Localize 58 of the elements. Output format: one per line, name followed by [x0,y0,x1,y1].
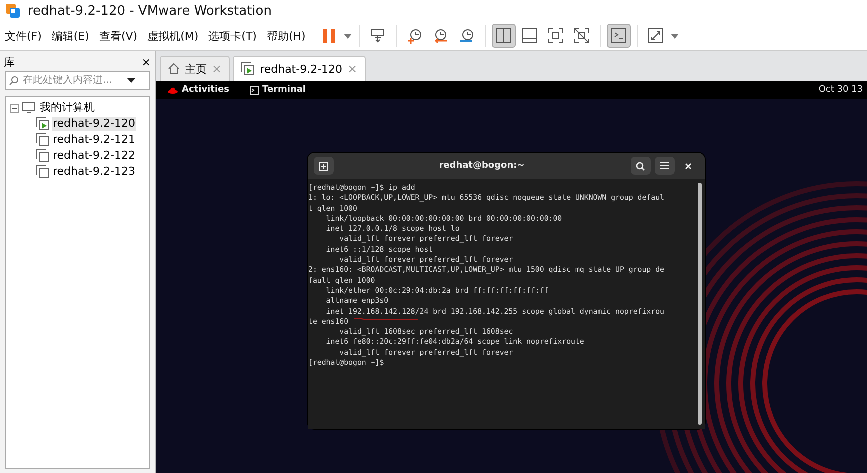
activities-button[interactable]: Activities [168,85,230,95]
fullscreen-icon [548,28,564,44]
toolbar-button[interactable] [606,24,631,48]
menu-item[interactable]: 文件(F) [1,28,46,44]
tab[interactable]: redhat-9.2-120 × [233,56,366,81]
terminal-icon [250,86,258,94]
monitor-icon [22,102,36,114]
vm-running-icon [36,117,50,131]
search-icon [9,76,19,86]
menu-item[interactable]: 虚拟机(M) [144,28,203,44]
app-logo-icon [6,4,20,18]
pause-icon [322,28,336,44]
vm-icon [36,133,50,147]
close-icon [685,162,692,170]
hat-icon [168,86,178,94]
plus-box-icon [319,162,328,170]
caret-icon [670,34,679,38]
clock-plus-icon [406,28,423,44]
tree-item[interactable]: redhat-9.2-123 [52,165,136,179]
vm-running-icon [241,62,256,76]
tree-item[interactable]: redhat-9.2-121 [52,133,136,147]
tree-item[interactable]: 我的计算机 [39,101,96,115]
toolbar-button[interactable] [492,24,516,48]
split-view-icon [496,28,512,44]
app-menu[interactable]: Terminal [250,85,306,95]
menu-icon [660,162,669,170]
monitor-arrow-icon [370,28,386,44]
menu-item[interactable]: 查看(V) [95,28,142,44]
vm-icon [36,165,50,179]
expand-icon [648,28,664,44]
clock[interactable]: Oct 30 13 [818,85,863,95]
terminal-title: redhat@bogon:~ [438,161,526,171]
home-icon [168,63,180,75]
bottom-bar-view-icon [522,28,538,44]
console-icon [610,28,627,44]
menu-item[interactable]: 帮助(H) [262,28,310,44]
dropdown-caret-icon[interactable] [127,78,136,83]
underline-mark [354,318,418,320]
tree-item[interactable]: redhat-9.2-120 [52,117,136,131]
tree-item[interactable]: redhat-9.2-122 [52,149,136,163]
window-title: redhat-9.2-120 - VMware Workstation [28,4,272,18]
search-icon [636,162,645,170]
menu-item[interactable]: 选项卡(T) [204,28,261,44]
collapse-icon[interactable] [10,104,19,112]
menu-item[interactable]: 编辑(E) [48,28,94,44]
crossed-window-icon [574,28,590,44]
vm-icon [36,149,50,163]
library-title: 库 [4,54,15,70]
scrollbar[interactable] [698,183,702,425]
new-tab-button[interactable] [314,157,334,175]
clock-wrench-icon [458,28,475,44]
close-button[interactable]: × [142,56,151,68]
menu-button[interactable] [654,157,674,175]
search-button[interactable] [630,157,650,175]
caret-icon [344,34,352,38]
vm-screen[interactable] [156,81,867,473]
tab[interactable]: 主页 × [160,56,230,81]
clock-arrow-icon [432,28,449,44]
